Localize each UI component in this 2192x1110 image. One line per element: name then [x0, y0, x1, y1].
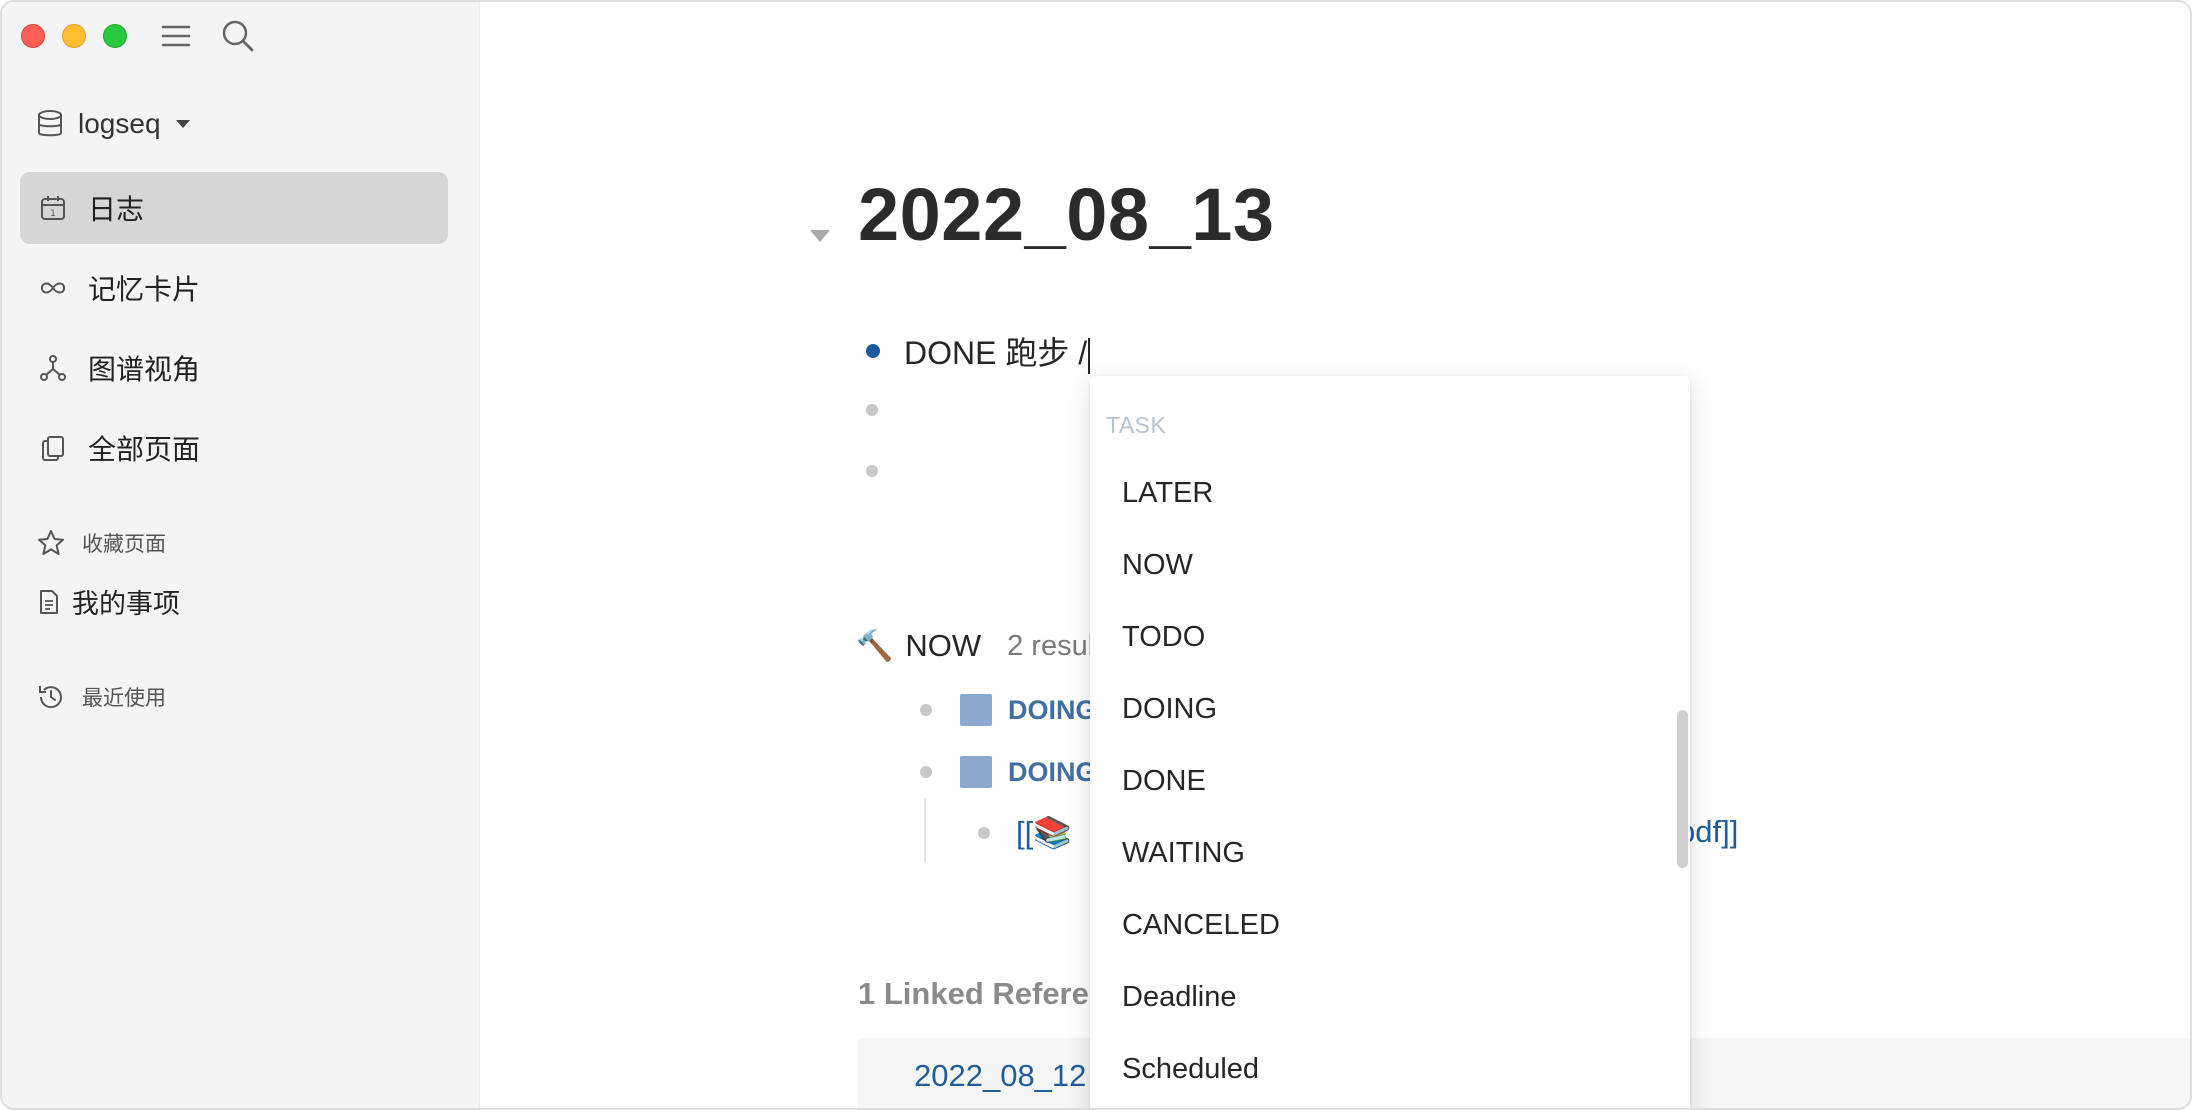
popup-item-waiting[interactable]: WAITING	[1090, 821, 1676, 885]
database-icon	[38, 110, 62, 137]
search-icon	[222, 20, 254, 52]
task-marker[interactable]: DOING	[1008, 757, 1097, 788]
linked-page-link[interactable]: 2022_08_12	[914, 1058, 1086, 1094]
task-marker[interactable]: DOING	[1008, 695, 1097, 726]
infinity-icon	[38, 273, 68, 303]
task-checkbox[interactable]	[960, 694, 992, 726]
popup-item-deadline[interactable]: Deadline	[1090, 965, 1676, 1029]
child-thread-line	[924, 798, 926, 862]
block-empty[interactable]	[866, 404, 878, 416]
recent-section-title[interactable]: 最近使用	[36, 682, 166, 712]
popup-item-todo[interactable]: TODO	[1090, 605, 1676, 669]
favorites-section-title[interactable]: 收藏页面	[36, 528, 166, 558]
nav-graph-view-label: 图谱视角	[88, 354, 201, 385]
graph-switcher[interactable]: logseq	[36, 108, 191, 140]
block-text[interactable]: DONE 跑步 /	[904, 335, 1087, 371]
app-window: logseq 1 日志 记忆卡片 图谱视角 全部页面 收藏页面 我的事项 最近使…	[0, 0, 2192, 1110]
nav-all-pages[interactable]: 全部页面	[20, 412, 448, 484]
pages-icon	[38, 433, 68, 463]
menu-toggle-button[interactable]	[158, 18, 194, 54]
block-bullet[interactable]	[866, 344, 880, 358]
minimize-window-button[interactable]	[62, 24, 86, 48]
window-controls	[21, 24, 127, 48]
block-bullet[interactable]	[866, 404, 878, 416]
calendar-icon: 1	[38, 193, 68, 223]
page-icon	[40, 589, 58, 614]
query-result-row[interactable]: DOING	[920, 756, 1097, 788]
page-reference-link[interactable]: [[📚	[1016, 814, 1072, 851]
command-autocomplete-popup: TASK LATER NOW TODO DOING DONE WAITING C…	[1090, 376, 1690, 1108]
svg-text:1: 1	[50, 209, 56, 219]
nav-flashcards-label: 记忆卡片	[88, 274, 201, 305]
block-empty[interactable]	[866, 465, 878, 477]
nav-flashcards[interactable]: 记忆卡片	[20, 252, 448, 324]
popup-item-doing[interactable]: DOING	[1090, 677, 1676, 741]
left-sidebar: logseq 1 日志 记忆卡片 图谱视角 全部页面 收藏页面 我的事项 最近使…	[2, 2, 480, 1108]
query-child-row[interactable]: [[📚	[978, 814, 1072, 851]
query-header[interactable]: 🔨 NOW 2 resul	[856, 628, 1094, 664]
query-result-row[interactable]: DOING	[920, 694, 1097, 726]
popup-item-canceled[interactable]: CANCELED	[1090, 893, 1676, 957]
nav-all-pages-label: 全部页面	[88, 434, 201, 465]
close-window-button[interactable]	[21, 24, 45, 48]
block-bullet[interactable]	[866, 465, 878, 477]
nav-graph-view[interactable]: 图谱视角	[20, 332, 448, 404]
query-title: NOW	[905, 628, 982, 663]
history-icon	[39, 686, 62, 709]
nav-journals[interactable]: 1 日志	[20, 172, 448, 244]
graph-icon	[38, 353, 68, 383]
block-bullet[interactable]	[978, 826, 990, 839]
collapse-toggle-icon[interactable]	[810, 230, 830, 242]
search-button[interactable]	[220, 18, 256, 54]
recent-title: 最近使用	[82, 687, 166, 710]
favorite-item-label: 我的事项	[72, 589, 180, 619]
block-editing[interactable]: DONE 跑步 /	[866, 328, 1091, 374]
task-checkbox[interactable]	[960, 756, 992, 788]
maximize-window-button[interactable]	[103, 24, 127, 48]
popup-item-later[interactable]: LATER	[1090, 461, 1676, 525]
favorites-title: 收藏页面	[82, 533, 166, 556]
caret-down-icon	[175, 120, 190, 128]
block-bullet[interactable]	[920, 766, 932, 778]
page-title[interactable]: 2022_08_13	[858, 172, 1275, 257]
query-result-count: 2 resul	[1007, 629, 1095, 662]
favorite-item[interactable]: 我的事项	[38, 582, 180, 621]
popup-item-now[interactable]: NOW	[1090, 533, 1676, 597]
nav-journals-label: 日志	[88, 194, 145, 225]
popup-scrollbar[interactable]	[1677, 710, 1688, 868]
popup-group-title: TASK	[1106, 412, 1167, 438]
block-bullet[interactable]	[920, 704, 932, 716]
star-icon	[38, 530, 64, 555]
popup-item-scheduled[interactable]: Scheduled	[1090, 1037, 1676, 1101]
popup-item-done[interactable]: DONE	[1090, 749, 1676, 813]
linked-references-title[interactable]: 1 Linked Refere	[858, 976, 1089, 1012]
text-cursor	[1088, 337, 1091, 374]
graph-name: logseq	[78, 108, 161, 139]
hammer-icon: 🔨	[856, 628, 894, 664]
hamburger-icon	[161, 25, 191, 47]
